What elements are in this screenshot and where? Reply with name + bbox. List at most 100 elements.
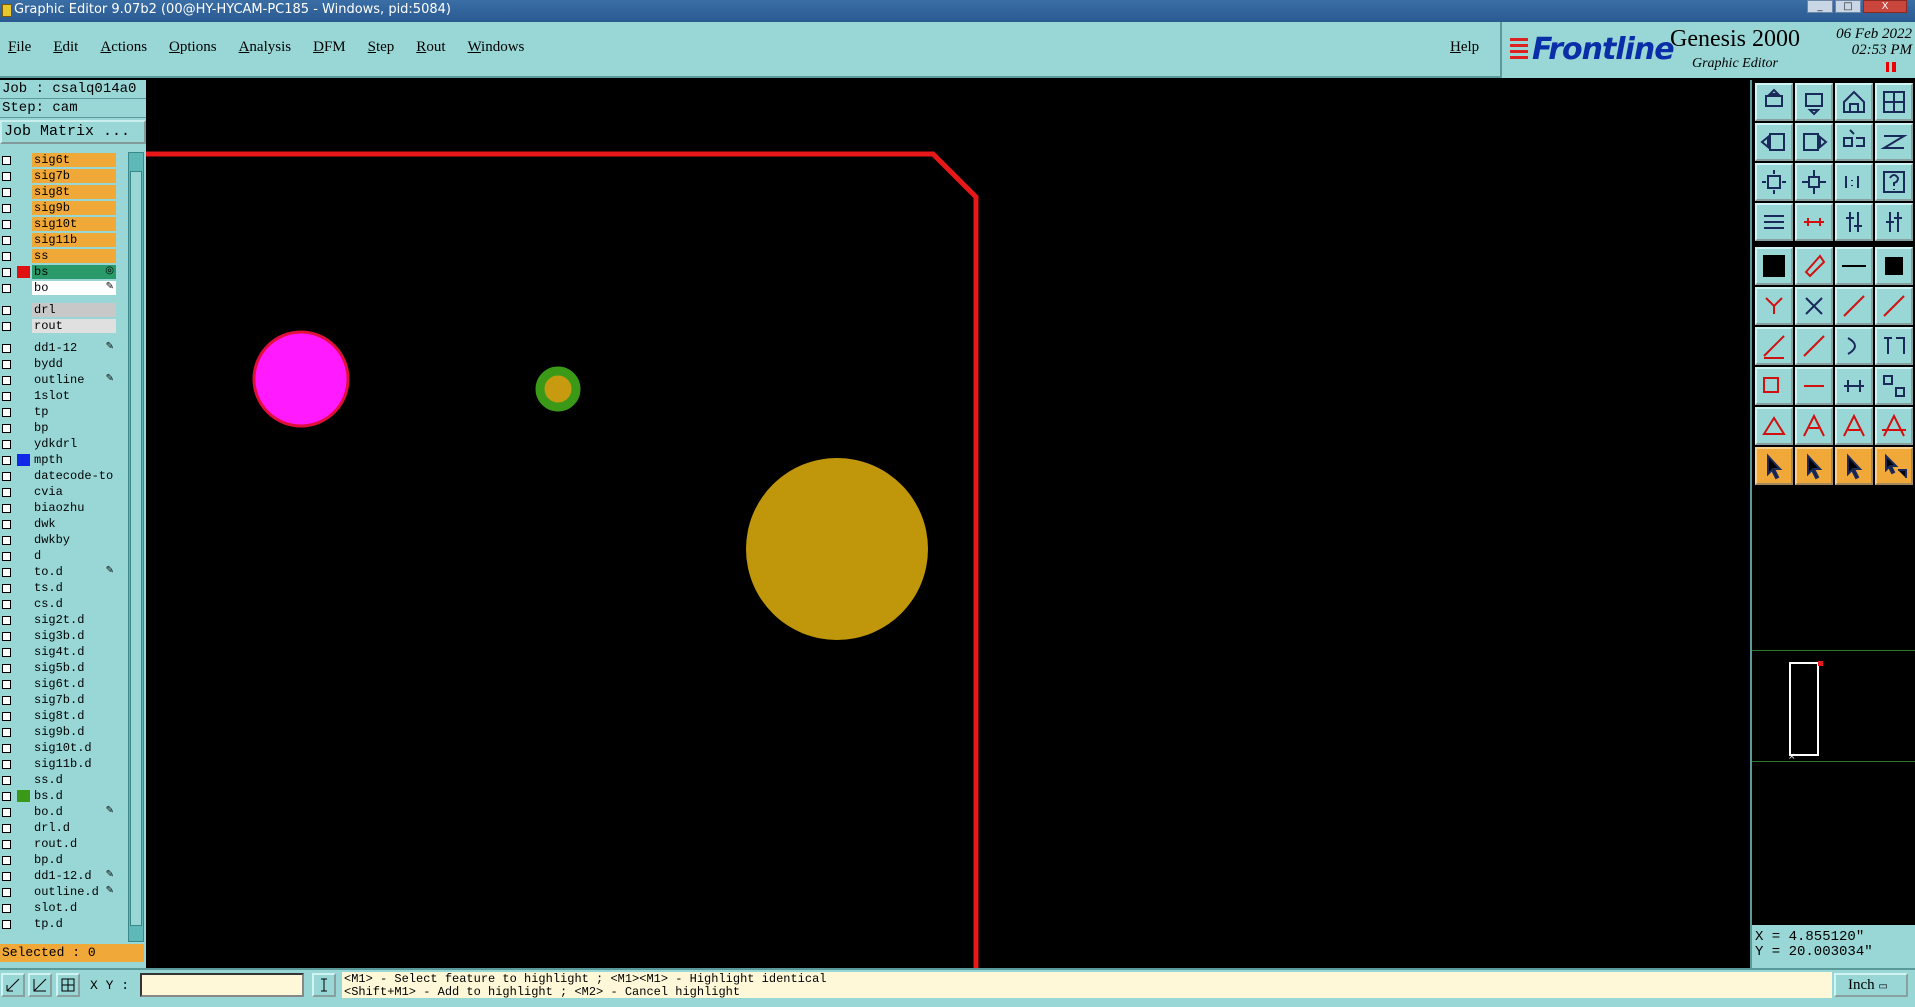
layer-checkbox[interactable] bbox=[2, 188, 11, 197]
pause-icon[interactable] bbox=[1886, 62, 1896, 72]
layer-name[interactable]: 1slot bbox=[32, 389, 116, 403]
layer-name[interactable]: mpth bbox=[32, 453, 116, 467]
layer-row[interactable]: bs ◎ bbox=[0, 264, 118, 280]
layer-name[interactable]: sig11b bbox=[32, 233, 116, 247]
layer-color-swatch[interactable] bbox=[17, 870, 30, 882]
units-selector[interactable]: Inch ▭ bbox=[1834, 973, 1908, 997]
layer-checkbox[interactable] bbox=[2, 840, 11, 849]
layer-row[interactable]: biaozhu bbox=[0, 500, 118, 516]
layer-checkbox[interactable] bbox=[2, 424, 11, 433]
layer-row[interactable]: sig9b.d bbox=[0, 724, 118, 740]
job-matrix-button[interactable]: Job Matrix ... bbox=[0, 120, 146, 144]
layer-name[interactable]: sig8t bbox=[32, 185, 116, 199]
pan-left-tool-button[interactable] bbox=[1755, 123, 1793, 161]
layer-name[interactable]: d bbox=[32, 549, 116, 563]
redo-view-tool-button[interactable] bbox=[1875, 123, 1913, 161]
close-button[interactable]: X bbox=[1863, 0, 1907, 13]
layer-row[interactable]: sig10t.d bbox=[0, 740, 118, 756]
layer-color-swatch[interactable] bbox=[17, 438, 30, 450]
polygon-tool-button[interactable] bbox=[1795, 247, 1833, 285]
layer-color-swatch[interactable] bbox=[17, 266, 30, 278]
layer-name[interactable]: dwkby bbox=[32, 533, 116, 547]
line-add-tool-button[interactable] bbox=[1755, 327, 1793, 365]
layer-checkbox[interactable] bbox=[2, 504, 11, 513]
layer-name[interactable]: ss.d bbox=[32, 773, 116, 787]
add-node-tool-button[interactable] bbox=[1835, 287, 1873, 325]
layer-checkbox[interactable] bbox=[2, 376, 11, 385]
square-pad-tool-button[interactable] bbox=[1875, 247, 1913, 285]
layer-color-swatch[interactable] bbox=[17, 470, 30, 482]
layer-name[interactable]: sig6t.d bbox=[32, 677, 116, 691]
overview-svg[interactable]: × bbox=[1752, 651, 1915, 763]
layer-row[interactable]: datecode-to bbox=[0, 468, 118, 484]
layer-checkbox[interactable] bbox=[2, 392, 11, 401]
layer-color-swatch[interactable] bbox=[17, 486, 30, 498]
layer-name[interactable]: bo bbox=[32, 281, 116, 295]
layer-checkbox[interactable] bbox=[2, 408, 11, 417]
layer-row[interactable]: sig5b.d bbox=[0, 660, 118, 676]
select-arrow-box-tool-button[interactable] bbox=[1795, 447, 1833, 485]
layer-name[interactable]: drl bbox=[32, 303, 116, 317]
layer-checkbox[interactable] bbox=[2, 904, 11, 913]
layer-checkbox[interactable] bbox=[2, 456, 11, 465]
layer-checkbox[interactable] bbox=[2, 760, 11, 769]
layer-checkbox[interactable] bbox=[2, 664, 11, 673]
layer-row[interactable]: mpth bbox=[0, 452, 118, 468]
zoom-center-tool-button[interactable] bbox=[1795, 163, 1833, 201]
layer-color-swatch[interactable] bbox=[17, 320, 30, 332]
line-pattern-tool-button[interactable] bbox=[1835, 247, 1873, 285]
layer-checkbox[interactable] bbox=[2, 172, 11, 181]
layer-row[interactable]: sig3b.d bbox=[0, 628, 118, 644]
snap-mode-button[interactable] bbox=[1, 973, 25, 997]
green-ring-pad[interactable] bbox=[535, 366, 581, 412]
snap-tool-button[interactable] bbox=[1835, 203, 1873, 241]
large-yellow-pad[interactable] bbox=[746, 458, 928, 640]
layer-checkbox[interactable] bbox=[2, 712, 11, 721]
layer-checkbox[interactable] bbox=[2, 536, 11, 545]
menu-step[interactable]: Step bbox=[368, 39, 395, 56]
layer-checkbox[interactable] bbox=[2, 440, 11, 449]
layer-row[interactable]: 1slot bbox=[0, 388, 118, 404]
layer-checkbox[interactable] bbox=[2, 568, 11, 577]
layer-color-swatch[interactable] bbox=[17, 250, 30, 262]
layer-color-swatch[interactable] bbox=[17, 614, 30, 626]
pan-right-tool-button[interactable] bbox=[1795, 123, 1833, 161]
layer-row[interactable]: rout bbox=[0, 318, 118, 334]
layer-checkbox[interactable] bbox=[2, 696, 11, 705]
layer-color-swatch[interactable] bbox=[17, 358, 30, 370]
layer-color-swatch[interactable] bbox=[17, 918, 30, 930]
layer-name[interactable]: bp.d bbox=[32, 853, 116, 867]
surface-tool-button[interactable] bbox=[1755, 367, 1793, 405]
layer-name[interactable]: bs.d bbox=[32, 789, 116, 803]
layer-color-swatch[interactable] bbox=[17, 406, 30, 418]
layer-color-swatch[interactable] bbox=[17, 202, 30, 214]
layer-row[interactable]: ts.d bbox=[0, 580, 118, 596]
layer-color-swatch[interactable] bbox=[17, 694, 30, 706]
layer-row[interactable]: sig11b.d bbox=[0, 756, 118, 772]
line-tool-button[interactable] bbox=[1795, 367, 1833, 405]
layer-checkbox[interactable] bbox=[2, 552, 11, 561]
maximize-button[interactable]: □ bbox=[1835, 0, 1861, 13]
graphic-canvas[interactable] bbox=[146, 80, 1750, 968]
layer-color-swatch[interactable] bbox=[17, 534, 30, 546]
triangle-tool-button[interactable] bbox=[1755, 407, 1793, 445]
text-cursor-button[interactable] bbox=[312, 973, 336, 997]
layer-row[interactable]: outline ✎ bbox=[0, 372, 118, 388]
layer-row[interactable]: to.d ✎ bbox=[0, 564, 118, 580]
layer-row[interactable]: cvia bbox=[0, 484, 118, 500]
layer-color-swatch[interactable] bbox=[17, 234, 30, 246]
layer-row[interactable]: slot.d bbox=[0, 900, 118, 916]
layer-row[interactable]: sig9b bbox=[0, 200, 118, 216]
layer-color-swatch[interactable] bbox=[17, 678, 30, 690]
layer-name[interactable]: tp bbox=[32, 405, 116, 419]
layer-checkbox[interactable] bbox=[2, 220, 11, 229]
measure-tool-button[interactable] bbox=[1795, 203, 1833, 241]
step-overview[interactable]: × bbox=[1752, 650, 1915, 762]
layer-checkbox[interactable] bbox=[2, 236, 11, 245]
layer-up-tool-button[interactable] bbox=[1755, 83, 1793, 121]
layer-name[interactable]: tp.d bbox=[32, 917, 116, 931]
text-a-tool-button[interactable] bbox=[1835, 407, 1873, 445]
menu-windows[interactable]: Windows bbox=[467, 39, 524, 56]
menu-file[interactable]: File bbox=[8, 39, 31, 56]
layer-color-swatch[interactable] bbox=[17, 550, 30, 562]
